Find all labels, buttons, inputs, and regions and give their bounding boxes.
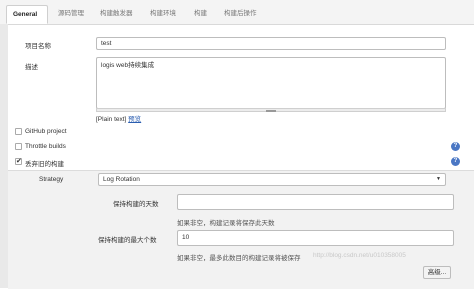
watermark-text: http://blog.csdn.net/u010358005 (313, 252, 406, 259)
plain-text-note: [Plain text] 预览 (96, 113, 141, 123)
max-builds-input[interactable]: 10 (177, 230, 454, 246)
chevron-down-icon: ▼ (436, 176, 441, 182)
question-mark-icon[interactable]: ? (451, 157, 460, 166)
max-builds-hint: 如果非空，最多此数目的构建记录将被保存 (177, 255, 301, 262)
tab-general[interactable]: General (6, 5, 48, 24)
preview-link[interactable]: 预览 (128, 116, 141, 123)
textarea-resize-handle[interactable] (96, 108, 446, 112)
plain-text-label: [Plain text] (96, 116, 127, 123)
days-to-keep-hint: 如果非空，构建记录将保存此天数 (177, 220, 275, 227)
discard-old-builds-checkbox[interactable] (15, 157, 22, 165)
days-to-keep-input[interactable] (177, 194, 454, 210)
github-project-checkbox[interactable] (15, 128, 22, 135)
strategy-value: Log Rotation (103, 176, 140, 183)
tab-build-triggers[interactable]: 构建触发器 (94, 5, 139, 24)
tab-bar: General 源码管理 构建触发器 构建环境 构建 构建后操作 (0, 0, 474, 25)
tab-build[interactable]: 构建 (188, 5, 213, 24)
throttle-builds-checkbox[interactable] (15, 143, 22, 150)
description-label: 描述 (25, 64, 38, 71)
left-rail (0, 24, 8, 288)
project-name-label: 项目名称 (25, 43, 51, 50)
tab-build-environment[interactable]: 构建环境 (144, 5, 182, 24)
strategy-label: Strategy (39, 176, 64, 183)
advanced-button[interactable]: 高级... (423, 266, 451, 279)
resize-grip-icon (266, 110, 276, 112)
project-name-input[interactable]: test (96, 37, 446, 50)
strategy-select[interactable]: Log Rotation ▼ (98, 173, 446, 186)
question-mark-icon[interactable]: ? (451, 142, 460, 151)
tab-source-control[interactable]: 源码管理 (52, 5, 90, 24)
description-textarea[interactable]: logis web持续集成 (96, 57, 446, 109)
max-builds-label: 保持构建的最大个数 (98, 237, 157, 244)
discard-old-builds-label: 丢弃旧的构建 (25, 161, 64, 168)
github-project-label: GitHub project (25, 128, 67, 135)
throttle-builds-label: Throttle builds (25, 143, 66, 150)
days-to-keep-label: 保持构建的天数 (113, 201, 159, 208)
tab-post-build-actions[interactable]: 构建后操作 (218, 5, 263, 24)
